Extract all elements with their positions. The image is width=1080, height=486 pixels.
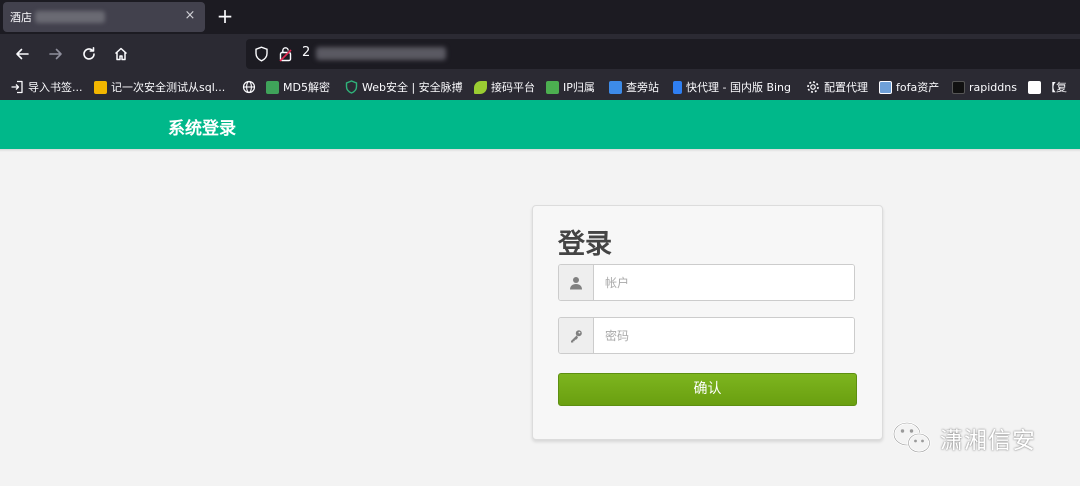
bookmarks-toolbar: 导入书签... 记一次安全测试从sql... MD5解密 Web安全 | 安全脉… [0, 74, 1080, 100]
address-bar[interactable]: 2 [246, 39, 1080, 69]
leaf-favicon [474, 80, 487, 94]
bookmark-sql-article[interactable]: 记一次安全测试从sql... [94, 78, 225, 96]
new-tab-button[interactable]: + [216, 4, 234, 28]
ip-favicon [546, 80, 559, 94]
confirm-button[interactable]: 确认 [558, 373, 857, 406]
home-icon [114, 47, 128, 61]
bookmark-import[interactable]: 导入书签... [10, 78, 83, 96]
watermark-text: 潇湘信安 [940, 428, 1036, 454]
bookmark-sms[interactable]: 接码平台 [474, 78, 535, 96]
username-group [558, 264, 855, 301]
import-icon [11, 80, 23, 94]
tab-title: 酒店 [10, 11, 32, 24]
site-favicon-2 [1028, 80, 1041, 94]
watermark: 潇湘信安 [892, 418, 1036, 458]
forward-arrow-icon [49, 48, 62, 60]
globe-icon [242, 80, 256, 94]
user-icon [559, 265, 594, 300]
shield-favicon [345, 80, 358, 94]
bookmark-label: MD5解密 [283, 81, 330, 94]
bookmark-md5[interactable]: MD5解密 [266, 78, 330, 96]
back-arrow-icon [16, 48, 29, 60]
bookmark-label: 配置代理 [824, 81, 868, 94]
browser-tab-strip: 酒店 × + [0, 0, 1080, 34]
bookmark-label: 接码平台 [491, 81, 535, 94]
bookmark-label: 【复 [1045, 81, 1067, 94]
tracking-shield-icon[interactable] [254, 46, 269, 62]
gear-icon [807, 81, 819, 93]
fofa-favicon [879, 80, 892, 94]
key-icon [559, 318, 594, 353]
reload-button[interactable] [77, 42, 101, 66]
reload-icon [83, 47, 95, 60]
home-button[interactable] [109, 42, 133, 66]
rapiddns-favicon [952, 80, 965, 94]
bing-favicon [673, 80, 682, 94]
password-group [558, 317, 855, 354]
login-panel: 登录 确认 [532, 205, 883, 440]
bookmark-label: IP归属 [563, 81, 595, 94]
page-title: 系统登录 [168, 119, 236, 139]
md5-favicon [266, 80, 279, 94]
bookmark-secpulse[interactable]: Web安全 | 安全脉搏 [345, 78, 463, 96]
monitor-favicon [609, 80, 622, 94]
bookmark-label: 查旁站 [626, 81, 659, 94]
bookmark-label: 记一次安全测试从sql... [111, 81, 226, 94]
login-heading: 登录 [558, 229, 612, 260]
url-text: 2 [302, 45, 311, 60]
bookmark-bing[interactable]: 快代理 - 国内版 Bing [673, 78, 791, 96]
browser-tab[interactable]: 酒店 × [3, 2, 205, 32]
site-favicon [94, 80, 107, 94]
bookmark-label: 快代理 - 国内版 Bing [686, 81, 792, 94]
bookmark-sidesite[interactable]: 查旁站 [609, 78, 659, 96]
bookmark-proxy-settings[interactable]: 配置代理 [806, 78, 868, 96]
password-input[interactable] [595, 318, 854, 353]
bookmark-rapiddns[interactable]: rapiddns [952, 78, 1017, 96]
username-input[interactable] [595, 265, 854, 300]
bookmark-label: Web安全 | 安全脉搏 [362, 81, 463, 94]
bookmark-label: rapiddns [969, 80, 1017, 94]
bookmark-fofa[interactable]: fofa资产 [879, 78, 939, 96]
bookmark-overflow[interactable]: 【复 [1028, 78, 1067, 96]
forward-button[interactable] [44, 42, 68, 66]
header-divider [0, 149, 1080, 152]
bookmark-globe[interactable] [242, 78, 256, 96]
insecure-lock-icon[interactable] [279, 46, 292, 62]
app-header: 系统登录 [0, 100, 1080, 149]
bookmark-label: fofa资产 [896, 81, 940, 94]
bookmark-ip[interactable]: IP归属 [546, 78, 595, 96]
bookmark-label: 导入书签... [28, 81, 83, 94]
tab-close-icon[interactable]: × [183, 8, 197, 23]
back-button[interactable] [10, 42, 34, 66]
tab-title-redacted [35, 11, 105, 23]
url-redacted [316, 47, 446, 60]
wechat-icon [892, 421, 931, 454]
